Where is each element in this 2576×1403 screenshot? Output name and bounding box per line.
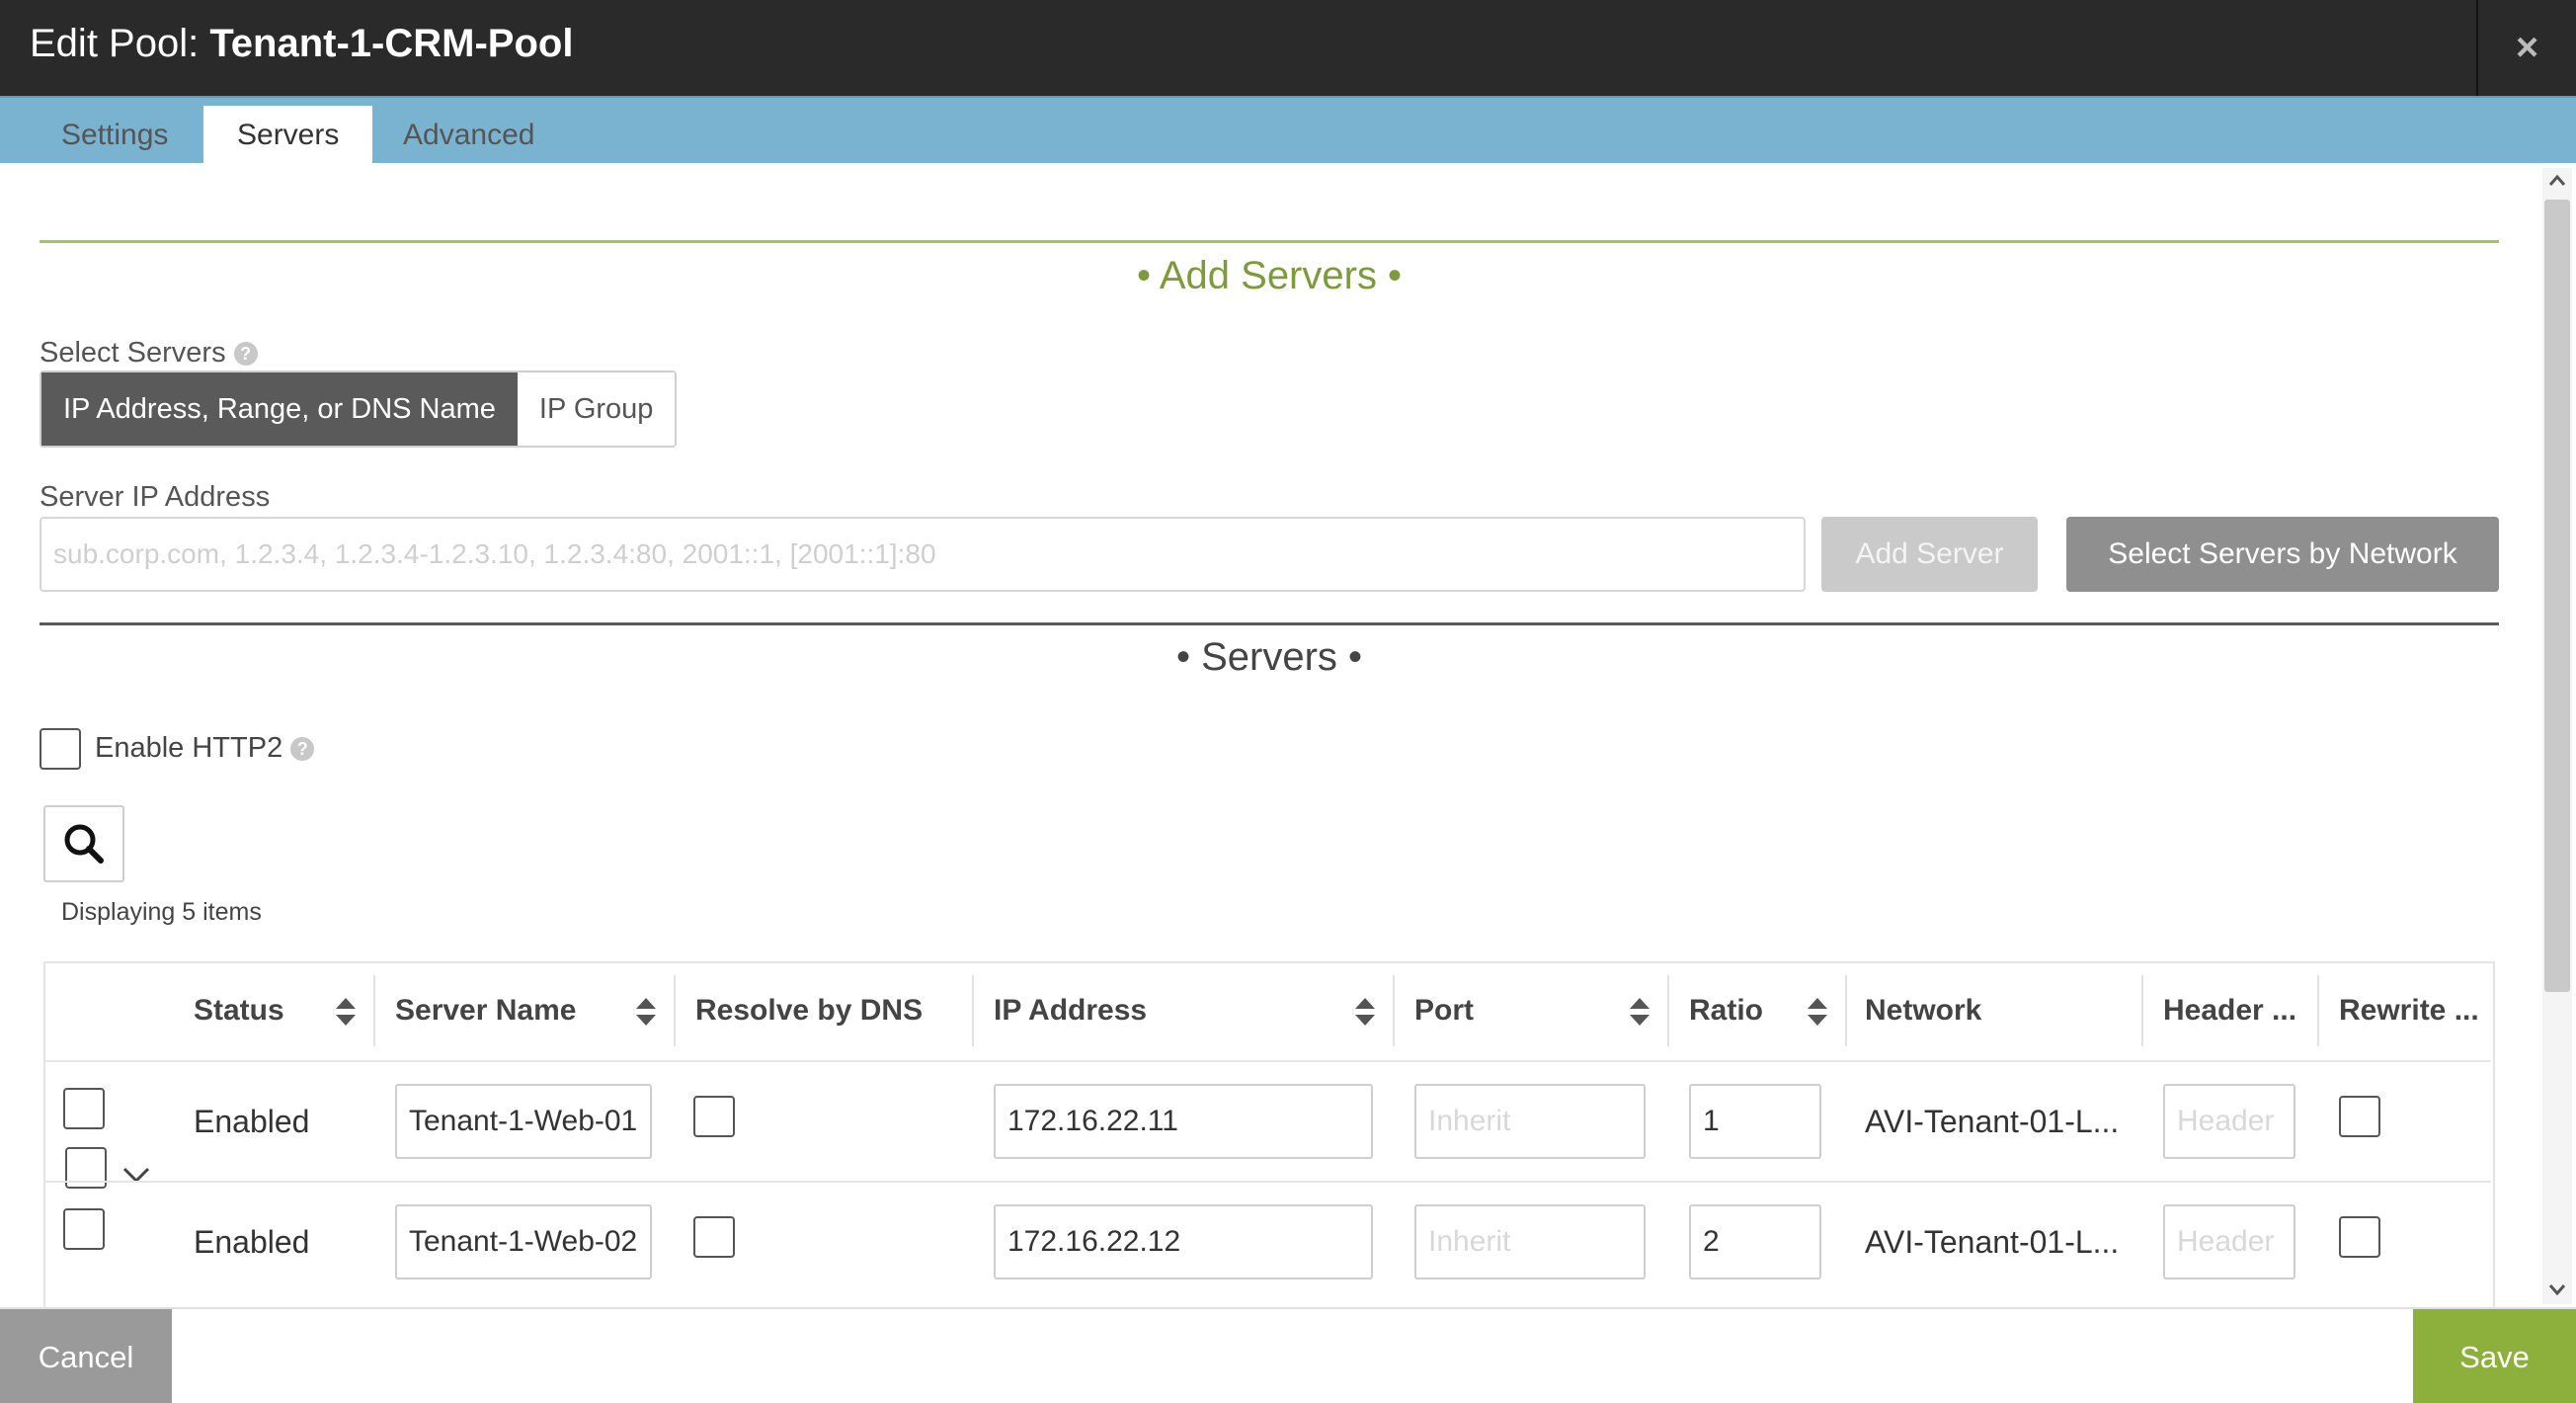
pool-name: Tenant-1-CRM-Pool [209,22,574,65]
sort-icon[interactable] [334,995,358,1029]
table-row: Enabled AVI-Tenant-01-L... [43,1183,2491,1301]
enable-http2-label: Enable HTTP2? [95,732,315,765]
servers-table-grid: Status Server Name Resolve by DNS IP Add… [43,961,2495,1307]
col-server-name[interactable]: Server Name [395,961,576,1060]
status-cell: Enabled [194,1224,310,1260]
modal-title-prefix: Edit Pool: [30,22,210,65]
add-server-button[interactable]: Add Server [1821,517,2038,592]
col-port[interactable]: Port [1414,961,1474,1060]
col-header: Header ... [2163,994,2297,1027]
tab-settings[interactable]: Settings [28,106,201,165]
sort-icon[interactable] [1628,995,1651,1029]
help-icon[interactable]: ? [233,342,258,367]
tab-advanced[interactable]: Advanced [369,106,568,165]
table-row: Enabled AVI-Tenant-01-L... [43,1062,2491,1181]
close-icon: × [2515,26,2539,69]
network-cell: AVI-Tenant-01-L... [1865,1104,2120,1139]
col-network: Network [1865,994,1982,1027]
save-button[interactable]: Save [2413,1309,2576,1403]
add-servers-heading: • Add Servers • [1136,254,1403,297]
enable-http2-label-text: Enable HTTP2 [95,732,283,764]
server-name-input[interactable] [395,1084,652,1159]
column-separator [972,975,974,1046]
servers-tab-content: • Add Servers • Select Servers? IP Addre… [0,163,2576,1307]
select-servers-by-network-button[interactable]: Select Servers by Network [2066,517,2499,592]
help-icon[interactable]: ? [290,737,315,762]
select-servers-label: Select Servers? [40,337,258,370]
column-separator [1667,975,1669,1046]
column-separator [2141,975,2143,1046]
resolve-by-dns-checkbox[interactable] [693,1216,735,1258]
ratio-input[interactable] [1689,1084,1821,1159]
search-icon [64,824,104,864]
servers-divider [40,622,2499,625]
cancel-button[interactable]: Cancel [0,1309,172,1403]
scrollbar-thumb[interactable] [2544,200,2570,992]
column-separator [1845,975,1847,1046]
header-input[interactable] [2163,1204,2295,1279]
column-separator [1393,975,1395,1046]
table-search-button[interactable] [43,805,124,882]
resolve-by-dns-checkbox[interactable] [693,1096,735,1137]
server-name-input[interactable] [395,1204,652,1279]
select-servers-label-text: Select Servers [40,337,226,369]
scroll-down-arrow-icon[interactable] [2546,1279,2568,1300]
ip-address-input[interactable] [994,1084,1373,1159]
server-ip-label: Server IP Address [40,481,271,513]
modal-header: Edit Pool: Tenant-1-CRM-Pool × [0,0,2576,96]
sort-icon[interactable] [634,995,658,1029]
col-rewrite: Rewrite ... [2339,994,2479,1027]
row-select-checkbox[interactable] [63,1208,105,1250]
scroll-up-arrow-icon[interactable] [2546,170,2568,192]
modal-title: Edit Pool: Tenant-1-CRM-Pool [30,22,573,66]
col-status[interactable]: Status [194,961,284,1060]
modal-footer: Cancel Save [0,1307,2576,1403]
ratio-input[interactable] [1689,1204,1821,1279]
column-separator [674,975,676,1046]
sort-icon[interactable] [1353,995,1377,1029]
tab-servers[interactable]: Servers [203,106,373,165]
tab-bar: Settings Servers Advanced [0,96,2576,165]
enable-http2-checkbox[interactable] [40,728,81,770]
rewrite-checkbox[interactable] [2339,1216,2380,1258]
col-ip-address[interactable]: IP Address [994,961,1147,1060]
add-servers-divider [40,240,2499,243]
mode-ip-range-dns-button[interactable]: IP Address, Range, or DNS Name [41,372,518,446]
servers-heading: • Servers • [1175,635,1363,679]
header-input[interactable] [2163,1084,2295,1159]
ip-address-input[interactable] [994,1204,1373,1279]
close-button[interactable]: × [2478,0,2576,96]
rewrite-checkbox[interactable] [2339,1096,2380,1137]
mode-ip-group-button[interactable]: IP Group [517,372,676,446]
displaying-count: Displaying 5 items [61,898,262,926]
status-cell: Enabled [194,1104,310,1139]
col-resolve-by-dns[interactable]: Resolve by DNS [695,961,923,1060]
column-separator [2317,975,2319,1046]
row-select-checkbox[interactable] [63,1088,105,1129]
port-input[interactable] [1414,1084,1646,1159]
port-input[interactable] [1414,1204,1646,1279]
select-servers-mode-toggle: IP Address, Range, or DNS Name IP Group [40,371,678,448]
column-separator [373,975,375,1046]
server-ip-input[interactable] [40,517,1806,592]
sort-icon[interactable] [1806,995,1829,1029]
col-ratio[interactable]: Ratio [1689,961,1763,1060]
network-cell: AVI-Tenant-01-L... [1865,1224,2120,1260]
